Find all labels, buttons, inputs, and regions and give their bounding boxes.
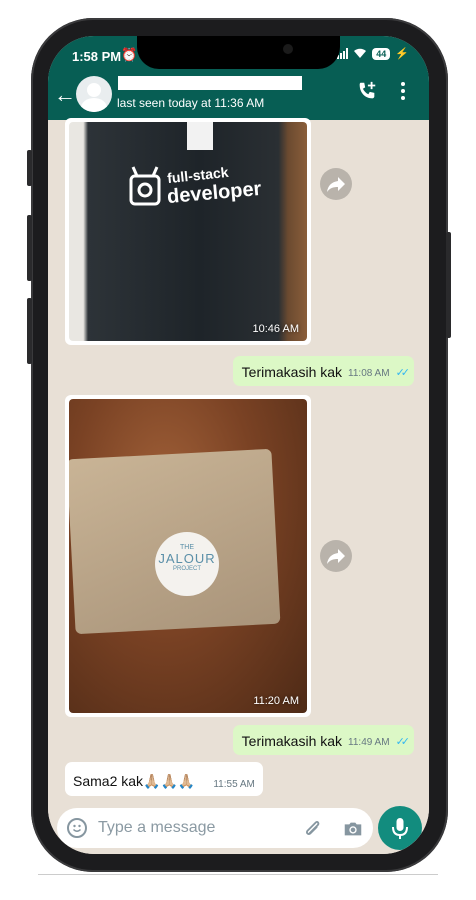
package-photo: THE JALOUR PROJECT 11:20 AM: [69, 399, 307, 713]
base-shadow-line: [38, 874, 438, 875]
phone-screen: 1:58 PM ⏰ 44 ⚡ ← last seen today at 11:3…: [48, 36, 429, 854]
message-time: 10:46 AM: [252, 323, 299, 335]
camera-icon[interactable]: [342, 818, 364, 840]
volume-up-button: [27, 215, 32, 281]
chat-area[interactable]: full-stack developer 10:46 AM Terimakasi…: [48, 118, 429, 854]
contact-name-redacted[interactable]: [118, 76, 302, 90]
message-text: Terimakasih kak: [241, 364, 343, 380]
image-message-package[interactable]: THE JALOUR PROJECT 11:20 AM: [65, 395, 311, 717]
chat-header: ← last seen today at 11:36 AM: [48, 72, 429, 120]
message-text: Sama2 kak🙏🏼🙏🏼🙏🏼: [73, 773, 196, 789]
avatar[interactable]: [76, 76, 112, 112]
attach-icon[interactable]: [302, 817, 324, 839]
sticker-line3: PROJECT: [172, 566, 201, 572]
double-check-icon: ✓✓: [395, 736, 411, 748]
back-arrow-icon[interactable]: ←: [54, 82, 76, 108]
more-vert-icon[interactable]: [400, 82, 406, 102]
alarm-icon: ⏰: [121, 47, 138, 62]
robot-logo: [129, 166, 161, 206]
mute-switch: [27, 150, 32, 186]
sticker-line1: THE: [180, 544, 194, 551]
sticker-line2: JALOUR: [158, 551, 216, 566]
forward-icon[interactable]: [320, 540, 352, 572]
battery-level: 44: [372, 47, 391, 60]
front-camera: [283, 44, 293, 54]
notch: [137, 36, 340, 69]
mic-icon: [392, 818, 408, 839]
incoming-message[interactable]: Sama2 kak🙏🏼🙏🏼🙏🏼 11:55 AM: [65, 762, 263, 796]
message-time: 11:20 AM: [253, 695, 299, 707]
last-seen-status: last seen today at 11:36 AM: [117, 96, 265, 110]
image-message-tshirt[interactable]: full-stack developer 10:46 AM: [65, 118, 311, 345]
message-text: Terimakasih kak: [241, 733, 343, 749]
outgoing-message[interactable]: Terimakasih kak 11:49 AM ✓✓: [232, 725, 414, 755]
message-time: 11:08 AM: [348, 368, 390, 379]
message-input[interactable]: Type a message: [98, 819, 215, 837]
shirt-tag: [187, 122, 213, 150]
charging-icon: ⚡: [395, 48, 409, 60]
outgoing-message[interactable]: Terimakasih kak 11:08 AM ✓✓: [232, 356, 414, 386]
forward-icon[interactable]: [320, 168, 352, 200]
wifi-icon: [354, 48, 367, 58]
emoji-icon[interactable]: [67, 818, 87, 838]
message-time: 11:55 AM: [213, 779, 255, 790]
message-time: 11:49 AM: [348, 737, 390, 748]
double-check-icon: ✓✓: [395, 367, 411, 379]
mic-button[interactable]: [378, 806, 422, 850]
jalour-sticker: THE JALOUR PROJECT: [155, 532, 219, 596]
message-composer[interactable]: Type a message: [57, 808, 373, 848]
status-indicators: 44 ⚡: [337, 47, 409, 60]
power-button: [446, 232, 451, 338]
add-call-icon[interactable]: [356, 80, 378, 102]
volume-down-button: [27, 298, 32, 364]
tshirt-photo: full-stack developer 10:46 AM: [69, 122, 307, 341]
status-time: 1:58 PM: [72, 49, 122, 64]
